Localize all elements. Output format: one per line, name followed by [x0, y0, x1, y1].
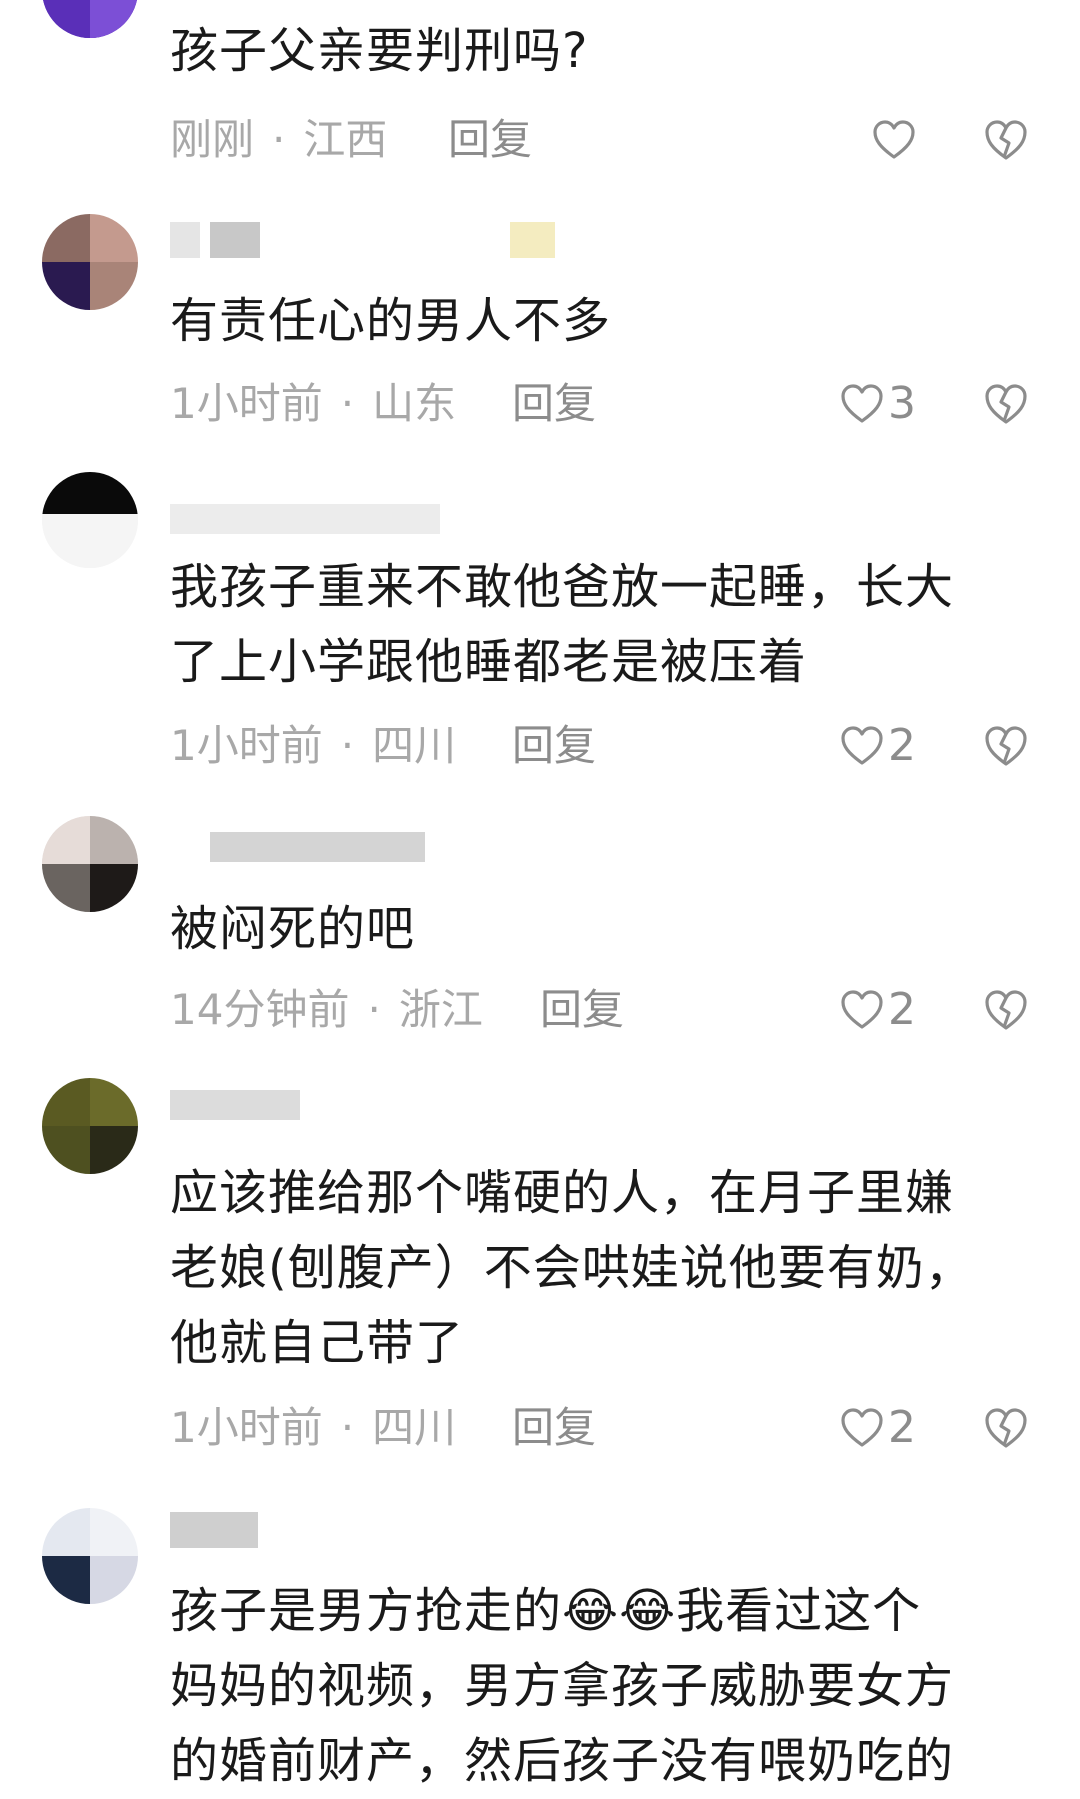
- comment-time: 1小时前: [170, 379, 323, 428]
- comment-meta: 刚刚 · 江西: [170, 110, 387, 170]
- like-count: 2: [888, 1402, 916, 1453]
- avatar[interactable]: [42, 1508, 138, 1604]
- comment-location: 山东: [372, 379, 457, 428]
- comment-meta: 1小时前 · 四川: [170, 1398, 456, 1458]
- comment-time: 1小时前: [170, 1403, 323, 1452]
- dislike-button[interactable]: [984, 110, 1028, 170]
- dislike-button[interactable]: [984, 980, 1028, 1040]
- separator-dot: ·: [340, 379, 355, 428]
- like-button[interactable]: 3: [840, 374, 916, 434]
- comment-text: 孩子父亲要判刑吗?: [170, 23, 589, 79]
- comment-text: 应该推给那个嘴硬的人，在月子里嫌 老娘(刨腹产）不会哄娃说他要有奶， 他就自己带…: [170, 1165, 974, 1371]
- comment-location: 江西: [303, 115, 388, 164]
- broken-heart-icon: [985, 384, 1027, 424]
- comment-meta: 1小时前 · 四川: [170, 716, 456, 776]
- like-button[interactable]: 2: [840, 1398, 916, 1458]
- reply-button[interactable]: 回复: [512, 716, 596, 776]
- like-button[interactable]: 2: [840, 716, 916, 776]
- comment-text: 我孩子重来不敢他爸放一起睡，长大 了上小学跟他睡都老是被压着: [170, 559, 955, 690]
- avatar[interactable]: [42, 1078, 138, 1174]
- heart-outline-icon: [841, 990, 883, 1029]
- reply-button[interactable]: 回复: [512, 1398, 596, 1458]
- username-blurred[interactable]: [170, 1086, 570, 1122]
- broken-heart-icon: [985, 120, 1027, 160]
- like-count: 3: [888, 378, 916, 429]
- like-button[interactable]: 2: [840, 980, 916, 1040]
- broken-heart-icon: [985, 990, 1027, 1030]
- like-count: 2: [888, 720, 916, 771]
- reply-button[interactable]: 回复: [540, 980, 624, 1040]
- comment-meta: 1小时前 · 山东: [170, 374, 456, 434]
- comment-text: 有责任心的男人不多: [170, 293, 612, 349]
- avatar[interactable]: [42, 214, 138, 310]
- comment-time: 1小时前: [170, 721, 323, 770]
- avatar[interactable]: [42, 0, 138, 38]
- comment-location: 浙江: [398, 985, 483, 1034]
- like-button[interactable]: [872, 110, 920, 170]
- avatar[interactable]: [42, 472, 138, 568]
- avatar[interactable]: [42, 816, 138, 912]
- dislike-button[interactable]: [984, 374, 1028, 434]
- heart-outline-icon: [841, 384, 883, 423]
- heart-outline-icon: [841, 1408, 883, 1447]
- dislike-button[interactable]: [984, 716, 1028, 776]
- username-blurred[interactable]: [170, 222, 570, 258]
- comment-text: 孩子是男方抢走的😂😂我看过这个 妈妈的视频，男方拿孩子威胁要女方 的婚前财产，然…: [170, 1583, 955, 1789]
- dislike-button[interactable]: [984, 1398, 1028, 1458]
- broken-heart-icon: [985, 726, 1027, 766]
- username-blurred[interactable]: [170, 828, 570, 864]
- comment-time: 14分钟前: [170, 985, 350, 1034]
- comment-text: 被闷死的吧: [170, 901, 416, 957]
- like-count: 2: [888, 984, 916, 1035]
- broken-heart-icon: [985, 1408, 1027, 1448]
- reply-button[interactable]: 回复: [448, 110, 532, 170]
- username-blurred[interactable]: [170, 1512, 570, 1548]
- comment-location: 四川: [372, 1403, 457, 1452]
- separator-dot: ·: [340, 1403, 355, 1452]
- comment-time: 刚刚: [170, 115, 255, 164]
- heart-outline-icon: [841, 726, 883, 765]
- heart-outline-icon: [873, 120, 915, 159]
- reply-button[interactable]: 回复: [512, 374, 596, 434]
- comment-location: 四川: [372, 721, 457, 770]
- separator-dot: ·: [272, 115, 286, 164]
- separator-dot: ·: [340, 721, 355, 770]
- username-blurred[interactable]: [170, 500, 570, 536]
- comment-meta: 14分钟前 · 浙江: [170, 980, 483, 1040]
- separator-dot: ·: [367, 985, 381, 1034]
